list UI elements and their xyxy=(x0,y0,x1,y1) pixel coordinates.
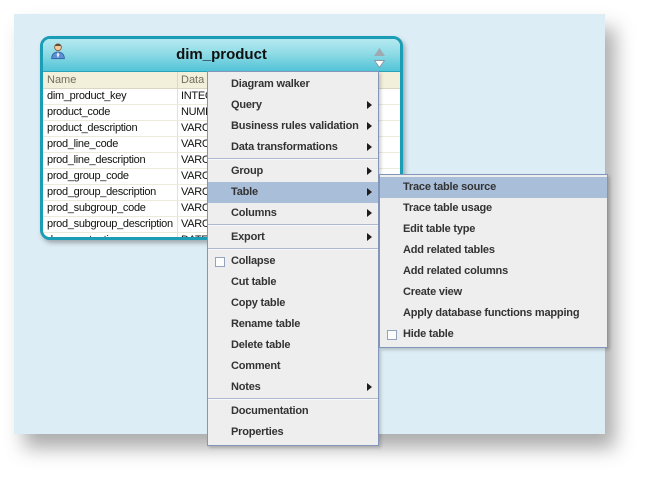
context-menu-item-group[interactable]: Group xyxy=(208,161,378,182)
context-menu-item-rename-table[interactable]: Rename table xyxy=(208,314,378,335)
submenu-item-label: Create view xyxy=(403,286,462,298)
context-menu-item-label: Query xyxy=(231,99,262,111)
context-menu-separator xyxy=(208,158,378,160)
submenu-item-edit-table-type[interactable]: Edit table type xyxy=(380,219,607,240)
context-menu-item-query[interactable]: Query xyxy=(208,95,378,116)
submenu-item-trace-table-source[interactable]: Trace table source xyxy=(380,177,607,198)
context-menu-item-label: Diagram walker xyxy=(231,78,310,90)
context-menu-separator xyxy=(208,248,378,250)
submenu-item-label: Hide table xyxy=(403,328,454,340)
context-menu-item-diagram-walker[interactable]: Diagram walker xyxy=(208,74,378,95)
cell-name: prod_subgroup_code xyxy=(43,201,178,216)
submenu-item-add-related-tables[interactable]: Add related tables xyxy=(380,240,607,261)
context-menu: Diagram walker Query Business rules valida… xyxy=(207,71,379,446)
context-menu-item-collapse[interactable]: Collapse xyxy=(208,251,378,272)
context-menu-item-label: Documentation xyxy=(231,405,309,417)
checkbox-icon xyxy=(215,257,225,267)
submenu-item-apply-database-functions-mapping[interactable]: Apply database functions mapping xyxy=(380,303,607,324)
submenu-item-label: Trace table source xyxy=(403,181,497,193)
column-header-name: Name xyxy=(43,72,178,88)
submenu-item-label: Add related columns xyxy=(403,265,508,277)
scroll-up-icon[interactable] xyxy=(374,43,385,56)
submenu-arrow-icon xyxy=(367,167,372,175)
cell-name: product_description xyxy=(43,121,178,136)
submenu-arrow-icon xyxy=(367,383,372,391)
context-menu-item-copy-table[interactable]: Copy table xyxy=(208,293,378,314)
cell-name: prod_line_code xyxy=(43,137,178,152)
context-menu-item-label: Group xyxy=(231,165,263,177)
context-menu-item-comment[interactable]: Comment xyxy=(208,356,378,377)
cell-name: prod_subgroup_description xyxy=(43,217,178,232)
context-menu-separator xyxy=(208,224,378,226)
context-menu-item-label: Delete table xyxy=(231,339,291,351)
context-menu-item-label: Business rules validation xyxy=(231,120,359,132)
context-menu-item-label: Table xyxy=(231,186,258,198)
scroll-down-icon[interactable] xyxy=(373,55,386,69)
cell-name: product_code xyxy=(43,105,178,120)
cell-name: prod_line_description xyxy=(43,153,178,168)
table-card-header[interactable]: dim_product xyxy=(43,39,400,72)
cell-name: dss_create_time xyxy=(43,233,178,237)
context-menu-item-label: Cut table xyxy=(231,276,277,288)
context-menu-item-label: Properties xyxy=(231,426,284,438)
context-menu-item-label: Comment xyxy=(231,360,281,372)
context-menu-item-label: Data transformations xyxy=(231,141,338,153)
context-menu-item-delete-table[interactable]: Delete table xyxy=(208,335,378,356)
submenu-item-label: Edit table type xyxy=(403,223,476,235)
context-menu-item-documentation[interactable]: Documentation xyxy=(208,401,378,422)
submenu-item-hide-table[interactable]: Hide table xyxy=(380,324,607,345)
submenu-item-trace-table-usage[interactable]: Trace table usage xyxy=(380,198,607,219)
submenu-item-add-related-columns[interactable]: Add related columns xyxy=(380,261,607,282)
submenu-arrow-icon xyxy=(367,101,372,109)
submenu-arrow-icon xyxy=(367,233,372,241)
context-menu-item-columns[interactable]: Columns xyxy=(208,203,378,224)
table-submenu: Trace table source Trace table usage Edit … xyxy=(379,174,608,348)
context-menu-item-label: Columns xyxy=(231,207,277,219)
context-menu-item-data-transformations[interactable]: Data transformations xyxy=(208,137,378,158)
submenu-arrow-icon xyxy=(367,209,372,217)
cell-name: prod_group_description xyxy=(43,185,178,200)
cell-name: prod_group_code xyxy=(43,169,178,184)
context-menu-item-label: Copy table xyxy=(231,297,286,309)
context-menu-item-business-rules-validation[interactable]: Business rules validation xyxy=(208,116,378,137)
submenu-item-label: Trace table usage xyxy=(403,202,492,214)
checkbox-icon xyxy=(387,330,397,340)
submenu-item-label: Apply database functions mapping xyxy=(403,307,580,319)
context-menu-item-properties[interactable]: Properties xyxy=(208,422,378,443)
submenu-arrow-icon xyxy=(367,122,372,130)
context-menu-item-cut-table[interactable]: Cut table xyxy=(208,272,378,293)
submenu-arrow-icon xyxy=(367,188,372,196)
cell-name: dim_product_key xyxy=(43,89,178,104)
person-icon xyxy=(49,42,67,60)
context-menu-item-notes[interactable]: Notes xyxy=(208,377,378,398)
submenu-item-label: Add related tables xyxy=(403,244,495,256)
context-menu-separator xyxy=(208,398,378,400)
context-menu-item-label: Notes xyxy=(231,381,261,393)
context-menu-item-table[interactable]: Table xyxy=(208,182,378,203)
context-menu-item-label: Export xyxy=(231,231,265,243)
submenu-arrow-icon xyxy=(367,143,372,151)
table-title: dim_product xyxy=(176,46,267,63)
context-menu-item-label: Collapse xyxy=(231,255,276,267)
context-menu-item-export[interactable]: Export xyxy=(208,227,378,248)
context-menu-item-label: Rename table xyxy=(231,318,301,330)
diagram-canvas: dim_product Name Data type dim_product_k… xyxy=(14,14,608,446)
submenu-item-create-view[interactable]: Create view xyxy=(380,282,607,303)
